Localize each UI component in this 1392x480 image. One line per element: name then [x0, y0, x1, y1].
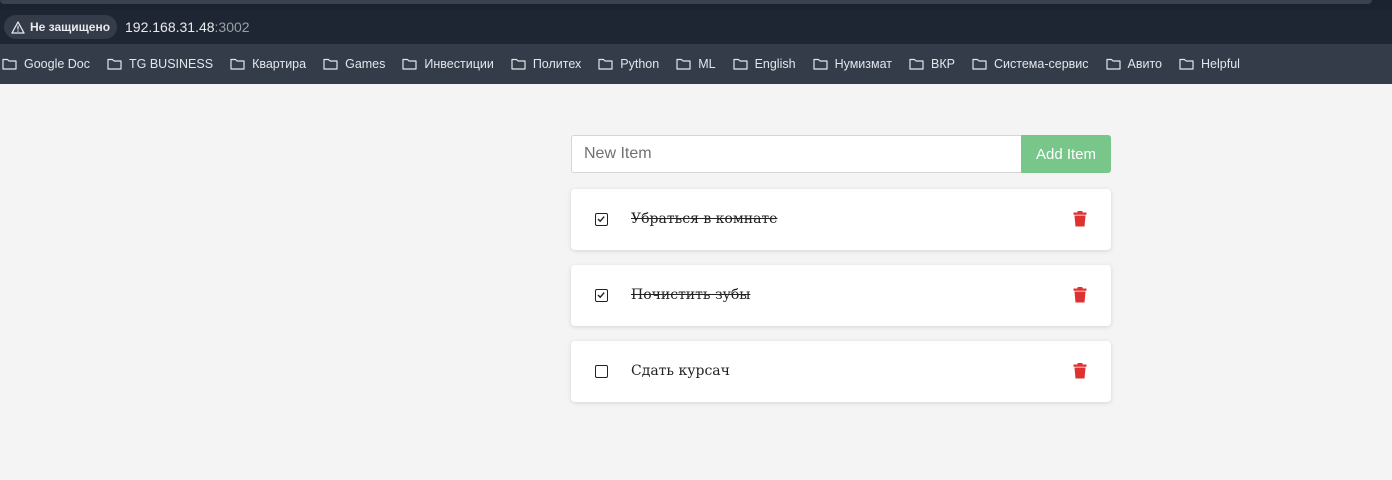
- checkmark-icon: [597, 292, 605, 299]
- bookmark-folder[interactable]: Нумизмат: [812, 57, 893, 71]
- item-text: Убраться в комнате: [631, 211, 778, 227]
- url-port: :3002: [214, 19, 250, 35]
- bookmark-label: ML: [698, 57, 716, 71]
- add-item-form: Add Item: [571, 135, 1111, 173]
- bookmark-label: Инвестиции: [424, 57, 494, 71]
- new-item-input[interactable]: [571, 135, 1021, 173]
- bookmark-label: Google Doc: [24, 57, 91, 71]
- bookmark-folder[interactable]: Квартира: [230, 57, 306, 71]
- todo-app: Add Item Убраться в комнате Почистить зуб…: [0, 84, 1392, 480]
- trash-icon[interactable]: [1073, 363, 1087, 379]
- item-checkbox[interactable]: [595, 289, 608, 302]
- url-text[interactable]: 192.168.31.48:3002: [125, 19, 250, 35]
- trash-icon[interactable]: [1073, 287, 1087, 303]
- bookmark-label: Games: [345, 57, 386, 71]
- folder-icon: [511, 58, 526, 70]
- folder-icon: [402, 58, 417, 70]
- item-checkbox[interactable]: [595, 213, 608, 226]
- bookmark-folder[interactable]: Python: [598, 57, 659, 71]
- bookmark-folder[interactable]: Games: [323, 57, 385, 71]
- active-tab-edge[interactable]: [0, 0, 1372, 4]
- bookmark-folder[interactable]: Инвестиции: [402, 57, 494, 71]
- bookmark-label: Система-сервис: [993, 57, 1089, 71]
- folder-icon: [107, 58, 122, 70]
- security-label: Не защищено: [30, 20, 111, 34]
- trash-icon[interactable]: [1073, 211, 1087, 227]
- folder-icon: [1179, 58, 1194, 70]
- todo-item: Убраться в комнате: [571, 189, 1111, 250]
- bookmark-folder[interactable]: English: [732, 57, 796, 71]
- folder-icon: [676, 58, 691, 70]
- folder-icon: [972, 58, 987, 70]
- folder-icon: [323, 58, 338, 70]
- bookmark-label: Политех: [532, 57, 582, 71]
- bookmark-folder[interactable]: Политех: [511, 57, 581, 71]
- todo-item: Сдать курсач: [571, 341, 1111, 402]
- folder-icon: [230, 58, 245, 70]
- item-checkbox[interactable]: [595, 365, 608, 378]
- bookmark-label: ВКР: [931, 57, 955, 71]
- bookmark-folder[interactable]: ML: [676, 57, 716, 71]
- bookmark-label: Python: [620, 57, 660, 71]
- folder-icon: [598, 58, 613, 70]
- folder-icon: [909, 58, 924, 70]
- warning-icon: [11, 20, 25, 34]
- bookmark-folder[interactable]: Helpful: [1179, 57, 1240, 71]
- item-text: Сдать курсач: [631, 363, 730, 379]
- url-host: 192.168.31.48: [125, 19, 215, 35]
- bookmark-folder[interactable]: Система-сервис: [972, 57, 1089, 71]
- browser-tabstrip: [0, 0, 1392, 10]
- bookmark-label: English: [754, 57, 796, 71]
- bookmark-folder[interactable]: Google Doc: [2, 57, 90, 71]
- bookmark-folder[interactable]: TG BUSINESS: [107, 57, 213, 71]
- address-bar[interactable]: Не защищено 192.168.31.48:3002: [0, 10, 1392, 44]
- bookmark-label: TG BUSINESS: [129, 57, 214, 71]
- folder-icon: [2, 58, 17, 70]
- bookmark-folder[interactable]: ВКР: [909, 57, 955, 71]
- folder-icon: [732, 58, 748, 70]
- bookmark-label: Нумизмат: [834, 57, 893, 71]
- folder-icon: [812, 58, 828, 70]
- checkmark-icon: [597, 216, 605, 223]
- bookmark-label: Квартира: [252, 57, 307, 71]
- bookmark-label: Helpful: [1201, 57, 1240, 71]
- bookmarks-bar: Google Doc TG BUSINESS Квартира Games Инвест…: [0, 44, 1392, 84]
- todo-item: Почистить зубы: [571, 265, 1111, 326]
- security-chip[interactable]: Не защищено: [4, 15, 117, 39]
- folder-icon: [1105, 58, 1121, 70]
- todo-list: Убраться в комнате Почистить зубы Сдать ку…: [571, 189, 1111, 417]
- add-item-button[interactable]: Add Item: [1021, 135, 1111, 173]
- item-text: Почистить зубы: [631, 287, 751, 303]
- bookmark-label: Авито: [1127, 57, 1163, 71]
- bookmark-folder[interactable]: Авито: [1105, 57, 1163, 71]
